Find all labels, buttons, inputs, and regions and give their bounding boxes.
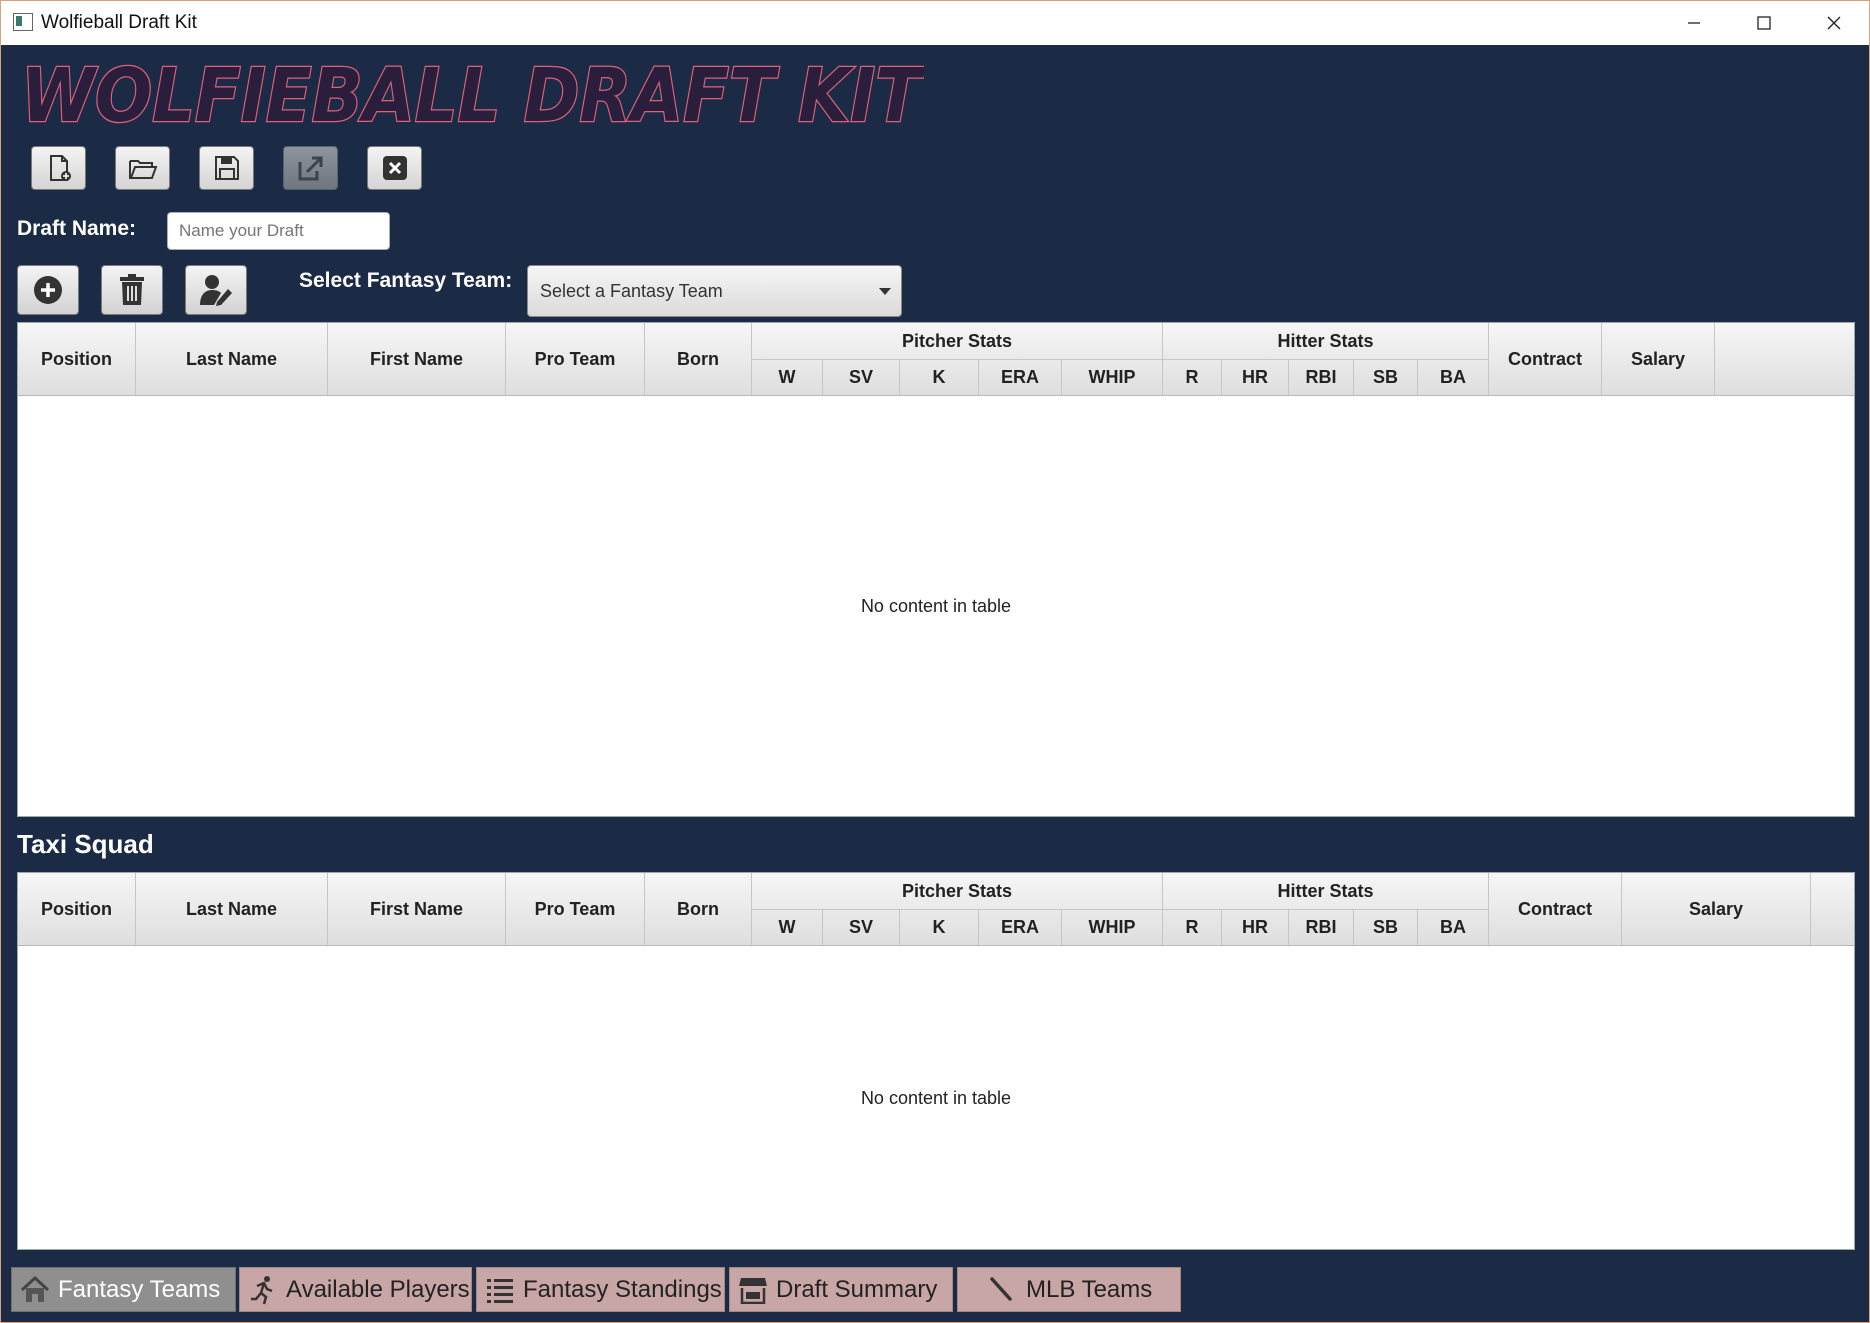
col-w[interactable]: W xyxy=(752,359,823,395)
taxi-col-born[interactable]: Born xyxy=(645,873,752,945)
taxi-col-era[interactable]: ERA xyxy=(979,909,1062,945)
close-square-icon xyxy=(382,156,407,180)
taxi-squad-table[interactable]: Position Last Name First Name Pro Team B… xyxy=(17,872,1855,1250)
col-ba[interactable]: BA xyxy=(1418,359,1489,395)
minimize-icon xyxy=(1688,22,1700,24)
tab-label: Fantasy Teams xyxy=(58,1275,221,1303)
col-first-name[interactable]: First Name xyxy=(328,323,506,395)
fantasy-team-select[interactable]: Select a Fantasy Team xyxy=(527,265,902,317)
window-title: Wolfieball Draft Kit xyxy=(41,12,197,33)
draft-name-label: Draft Name: xyxy=(17,217,137,240)
maximize-button[interactable] xyxy=(1729,1,1799,45)
exit-button[interactable] xyxy=(367,146,422,190)
open-draft-button[interactable] xyxy=(115,146,170,190)
taxi-col-last-name[interactable]: Last Name xyxy=(136,873,328,945)
taxi-col-sv[interactable]: SV xyxy=(823,909,900,945)
taxi-col-position[interactable]: Position xyxy=(18,873,136,945)
delete-team-button[interactable] xyxy=(101,265,163,315)
add-team-button[interactable] xyxy=(17,265,79,315)
taxi-col-group-hitter-stats: Hitter Stats xyxy=(1163,873,1489,909)
export-icon xyxy=(298,156,322,181)
list-icon xyxy=(485,1275,515,1305)
fantasy-team-select-value: Select a Fantasy Team xyxy=(540,281,723,301)
app-icon xyxy=(13,13,33,31)
logo-text: WOLFIEBALL DRAFT KIT xyxy=(21,53,924,133)
table-header: Position Last Name First Name Pro Team B… xyxy=(18,323,1854,396)
user-edit-icon xyxy=(200,275,232,306)
taxi-col-pro-team[interactable]: Pro Team xyxy=(506,873,645,945)
col-sv[interactable]: SV xyxy=(823,359,900,395)
select-team-label: Select Fantasy Team: xyxy=(299,269,513,292)
tab-mlb-teams[interactable]: MLB Teams xyxy=(957,1267,1181,1312)
table-empty-message: No content in table xyxy=(860,596,1012,616)
tab-label: Draft Summary xyxy=(776,1275,938,1303)
minimize-button[interactable] xyxy=(1659,1,1729,45)
taxi-col-hr[interactable]: HR xyxy=(1222,909,1289,945)
maximize-icon xyxy=(1757,16,1771,30)
save-icon xyxy=(214,156,239,180)
close-button[interactable] xyxy=(1799,1,1869,45)
title-bar: Wolfieball Draft Kit xyxy=(1,1,1869,45)
taxi-col-r[interactable]: R xyxy=(1163,909,1222,945)
col-group-hitter-stats: Hitter Stats xyxy=(1163,323,1489,359)
trash-icon xyxy=(120,274,144,305)
taxi-col-contract[interactable]: Contract xyxy=(1489,873,1622,945)
col-born[interactable]: Born xyxy=(645,323,752,395)
edit-team-button[interactable] xyxy=(185,265,247,315)
tab-available-players[interactable]: Available Players xyxy=(239,1267,472,1312)
folder-open-icon xyxy=(128,160,157,179)
fantasy-team-table[interactable]: Position Last Name First Name Pro Team B… xyxy=(17,322,1855,817)
col-hr[interactable]: HR xyxy=(1222,359,1289,395)
taxi-col-salary[interactable]: Salary xyxy=(1622,873,1811,945)
tab-draft-summary[interactable]: Draft Summary xyxy=(729,1267,953,1312)
new-draft-button[interactable] xyxy=(31,146,86,190)
export-draft-button[interactable] xyxy=(283,146,338,190)
col-whip[interactable]: WHIP xyxy=(1062,359,1163,395)
app-logo: WOLFIEBALL DRAFT KIT xyxy=(20,53,924,133)
col-group-pitcher-stats: Pitcher Stats xyxy=(752,323,1163,359)
taxi-table-header: Position Last Name First Name Pro Team B… xyxy=(18,873,1854,946)
store-icon xyxy=(738,1275,768,1305)
col-contract[interactable]: Contract xyxy=(1489,323,1602,395)
col-last-name[interactable]: Last Name xyxy=(136,323,328,395)
col-r[interactable]: R xyxy=(1163,359,1222,395)
new-file-icon xyxy=(49,155,71,181)
col-pro-team[interactable]: Pro Team xyxy=(506,323,645,395)
taxi-squad-title: Taxi Squad xyxy=(17,829,154,859)
draft-name-input[interactable] xyxy=(167,212,390,250)
taxi-table-empty-message: No content in table xyxy=(860,1088,1012,1108)
tab-fantasy-teams[interactable]: Fantasy Teams xyxy=(11,1267,236,1312)
col-era[interactable]: ERA xyxy=(979,359,1062,395)
home-icon xyxy=(20,1275,50,1305)
save-draft-button[interactable] xyxy=(199,146,254,190)
taxi-col-sb[interactable]: SB xyxy=(1354,909,1418,945)
taxi-col-w[interactable]: W xyxy=(752,909,823,945)
col-rbi[interactable]: RBI xyxy=(1289,359,1354,395)
tab-label: Available Players xyxy=(286,1275,470,1303)
runner-icon xyxy=(248,1275,278,1305)
plus-circle-icon xyxy=(34,276,62,304)
taxi-col-ba[interactable]: BA xyxy=(1418,909,1489,945)
taxi-col-rbi[interactable]: RBI xyxy=(1289,909,1354,945)
close-icon xyxy=(1827,16,1841,30)
taxi-col-whip[interactable]: WHIP xyxy=(1062,909,1163,945)
dropdown-arrow-icon xyxy=(879,288,891,295)
taxi-col-first-name[interactable]: First Name xyxy=(328,873,506,945)
tab-label: Fantasy Standings xyxy=(523,1275,722,1303)
col-salary[interactable]: Salary xyxy=(1602,323,1715,395)
app-window: Wolfieball Draft Kit WOLFIEBALL DRAFT KI… xyxy=(0,0,1870,1323)
tab-fantasy-standings[interactable]: Fantasy Standings xyxy=(476,1267,725,1312)
tab-label: MLB Teams xyxy=(1026,1275,1153,1303)
bat-icon xyxy=(988,1275,1018,1305)
col-sb[interactable]: SB xyxy=(1354,359,1418,395)
taxi-col-group-pitcher-stats: Pitcher Stats xyxy=(752,873,1163,909)
col-position[interactable]: Position xyxy=(18,323,136,395)
col-k[interactable]: K xyxy=(900,359,979,395)
taxi-col-k[interactable]: K xyxy=(900,909,979,945)
